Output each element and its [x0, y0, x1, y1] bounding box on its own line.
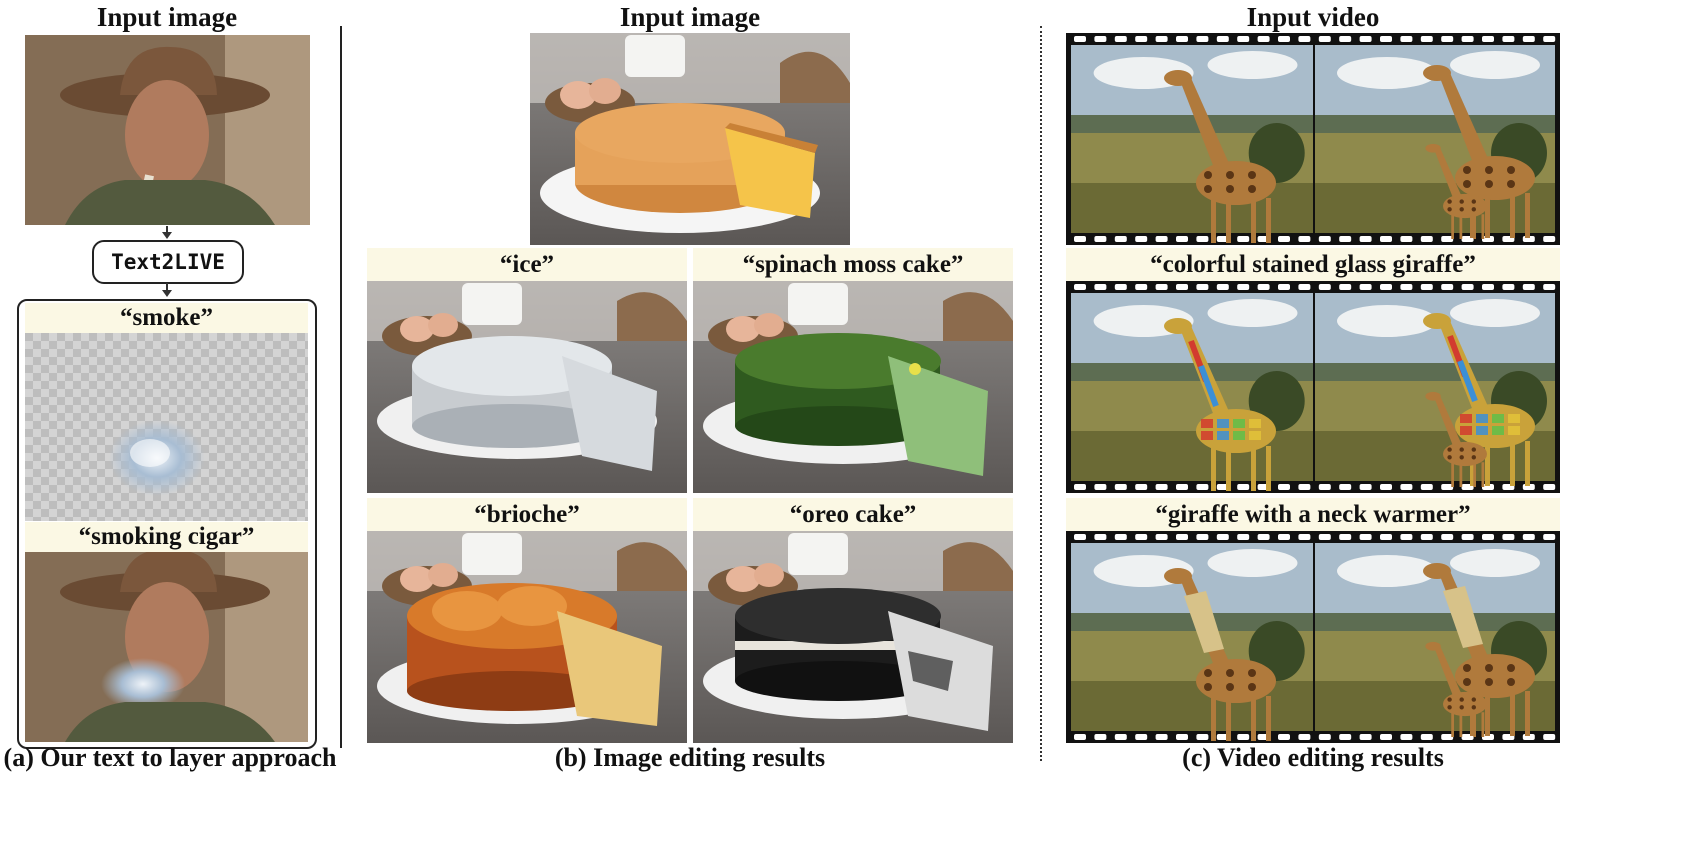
text2live-method-box: Text2LIVE [92, 240, 244, 284]
divider-b-c [1040, 26, 1042, 761]
smoke-layer-image [25, 333, 308, 521]
prompt-smoke: “smoke” [25, 303, 308, 333]
stained-glass-giraffe-filmstrip [1066, 281, 1560, 493]
oreo-cake-image [693, 531, 1013, 743]
edited-portrait-image [25, 552, 308, 742]
panel-c-heading: Input video [1246, 2, 1380, 32]
neck-warmer-giraffe-filmstrip [1066, 531, 1560, 743]
prompt-neck-warmer-giraffe: “giraffe with a neck warmer” [1066, 498, 1560, 531]
brioche-cake-image [367, 531, 687, 743]
prompt-stained-glass-giraffe: “colorful stained glass giraffe” [1066, 248, 1560, 281]
input-portrait-image [25, 35, 310, 225]
panel-c-caption: (c) Video editing results [1182, 743, 1444, 772]
spinach-moss-cake-image [693, 281, 1013, 493]
divider-a-b [340, 26, 342, 748]
panel-a-caption: (a) Our text to layer approach [3, 743, 337, 772]
prompt-oreo-cake: “oreo cake” [693, 498, 1013, 531]
panel-b-caption: (b) Image editing results [554, 743, 826, 772]
prompt-brioche: “brioche” [367, 498, 687, 531]
prompt-smoking-cigar: “smoking cigar” [25, 522, 308, 552]
prompt-spinach-moss-cake: “spinach moss cake” [693, 248, 1013, 281]
input-video-filmstrip [1066, 33, 1560, 245]
ice-cake-image [367, 281, 687, 493]
panel-b-heading: Input image [619, 2, 761, 32]
input-cake-image [530, 33, 850, 245]
panel-a-heading: Input image [96, 2, 238, 32]
prompt-ice: “ice” [367, 248, 687, 281]
